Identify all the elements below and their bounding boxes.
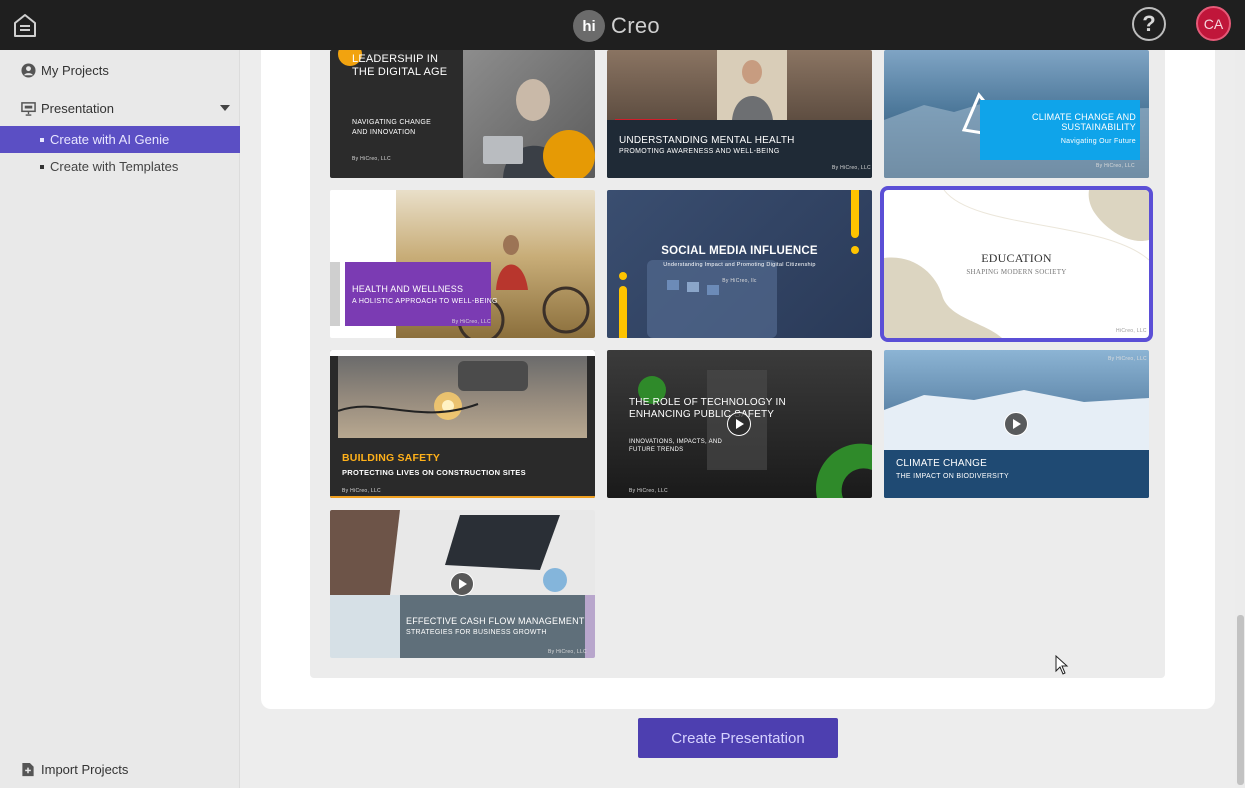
template-subtitle: A Holistic Approach to Well-Being: [352, 298, 498, 305]
template-byline: By HiCreo, LLC: [1096, 163, 1135, 169]
sidebar-item-import-projects[interactable]: Import Projects: [0, 758, 240, 780]
template-subtitle: Innovations, Impacts, and Future Trends: [629, 439, 723, 454]
top-bar: hi Creo ? CA: [0, 0, 1245, 50]
sidebar: My Projects Presentation Create with AI …: [0, 50, 240, 788]
play-icon[interactable]: [450, 572, 474, 596]
sidebar-item-my-projects[interactable]: My Projects: [0, 58, 240, 82]
sidebar-item-create-templates[interactable]: Create with Templates: [0, 153, 240, 180]
template-thumbnail[interactable]: Climate Change and Sustainability Naviga…: [884, 50, 1149, 178]
template-title: Climate Change and Sustainability: [1032, 112, 1136, 133]
sidebar-item-label: Create with AI Genie: [50, 132, 170, 147]
sidebar-item-label: My Projects: [41, 62, 109, 78]
template-title: Effective Cash Flow Management: [406, 616, 585, 626]
template-byline: By HiCreo, LLC: [548, 649, 587, 655]
user-circle-icon: [20, 62, 36, 78]
template-card: Leadership in the Digital Age Navigating…: [261, 50, 1215, 709]
sidebar-item-presentation[interactable]: Presentation: [0, 96, 240, 120]
template-byline: By HiCreo, LLC: [352, 156, 391, 162]
template-subtitle: Understanding Impact and Promoting Digit…: [663, 262, 816, 268]
sidebar-item-label: Presentation: [41, 100, 114, 116]
template-subtitle: Shaping Modern Society: [966, 268, 1067, 276]
yellow-bar-top: [851, 190, 859, 238]
orange-line: [330, 496, 595, 498]
caret-down-icon: [220, 105, 230, 111]
bullet-icon: [40, 137, 44, 142]
template-title: Understanding Mental Health: [619, 135, 795, 146]
template-thumbnail[interactable]: Leadership in the Digital Age Navigating…: [330, 50, 595, 178]
template-subtitle: Protecting Lives on Construction Sites: [342, 468, 526, 477]
play-icon[interactable]: [727, 412, 751, 436]
sidebar-item-create-ai-genie[interactable]: Create with AI Genie: [0, 126, 240, 153]
grey-accent: [330, 262, 340, 326]
template-byline: By HiCreo, llc: [722, 278, 757, 284]
template-thumbnail-selected[interactable]: Education Shaping Modern Society HiCreo,…: [880, 186, 1153, 342]
template-byline: By HiCreo, LLC: [342, 488, 381, 494]
logo-badge: hi: [573, 10, 605, 42]
template-title: Health and Wellness: [352, 284, 464, 294]
template-thumbnail[interactable]: Climate Change The Impact on Biodiversit…: [884, 350, 1149, 498]
template-subtitle: The Impact on Biodiversity: [896, 473, 1009, 480]
template-thumbnail[interactable]: Understanding Mental Health Promoting Aw…: [607, 50, 872, 178]
template-title: Climate Change: [896, 458, 987, 469]
template-grid: Leadership in the Digital Age Navigating…: [310, 50, 1165, 678]
template-subtitle: Navigating Change and Innovation: [352, 119, 432, 136]
sidebar-item-label: Create with Templates: [50, 159, 179, 174]
template-subtitle: Navigating Our Future: [1060, 138, 1136, 145]
template-byline: HiCreo, LLC: [1116, 328, 1147, 334]
mouse-cursor-icon: [1055, 655, 1069, 675]
template-byline: By HiCreo, LLC: [629, 488, 668, 494]
template-byline: By HiCreo, LLC: [832, 165, 871, 171]
template-title: Leadership in the Digital Age: [352, 53, 448, 78]
yellow-bar-bottom: [619, 286, 627, 338]
logo-text: Creo: [611, 13, 660, 38]
play-icon[interactable]: [1004, 412, 1028, 436]
template-thumbnail[interactable]: Social Media Influence Understanding Imp…: [607, 190, 872, 338]
template-subtitle: Promoting Awareness and Well-Being: [619, 148, 780, 155]
template-title: The Role of Technology in Enhancing Publ…: [629, 397, 786, 420]
presentation-icon: [20, 100, 36, 116]
home-icon[interactable]: [10, 10, 40, 40]
template-title: Building Safety: [342, 452, 441, 464]
sparks-illustration: [338, 361, 528, 420]
user-avatar[interactable]: CA: [1196, 6, 1231, 41]
bullet-icon: [40, 164, 44, 169]
orange-circle: [543, 130, 595, 178]
template-thumbnail[interactable]: The Role of Technology in Enhancing Publ…: [607, 350, 872, 498]
sidebar-item-label: Import Projects: [41, 761, 129, 777]
template-title: Education: [981, 251, 1052, 265]
create-presentation-button[interactable]: Create Presentation: [638, 718, 838, 758]
scrollbar[interactable]: [1235, 50, 1245, 788]
app-logo: hi Creo: [573, 10, 660, 42]
template-byline: By HiCreo, LLC: [1108, 356, 1147, 362]
template-subtitle: Strategies for Business Growth: [406, 629, 547, 636]
template-thumbnail[interactable]: Health and Wellness A Holistic Approach …: [330, 190, 595, 338]
template-thumbnail[interactable]: Effective Cash Flow Management Strategie…: [330, 510, 595, 658]
template-title: Social Media Influence: [661, 245, 818, 257]
template-thumbnail[interactable]: Building Safety Protecting Lives on Cons…: [330, 350, 595, 498]
import-file-icon: [20, 761, 36, 777]
template-byline: By HiCreo, LLC: [452, 319, 491, 325]
help-button[interactable]: ?: [1132, 7, 1166, 41]
left-panel: [330, 595, 400, 658]
scrollbar-thumb[interactable]: [1237, 615, 1244, 785]
